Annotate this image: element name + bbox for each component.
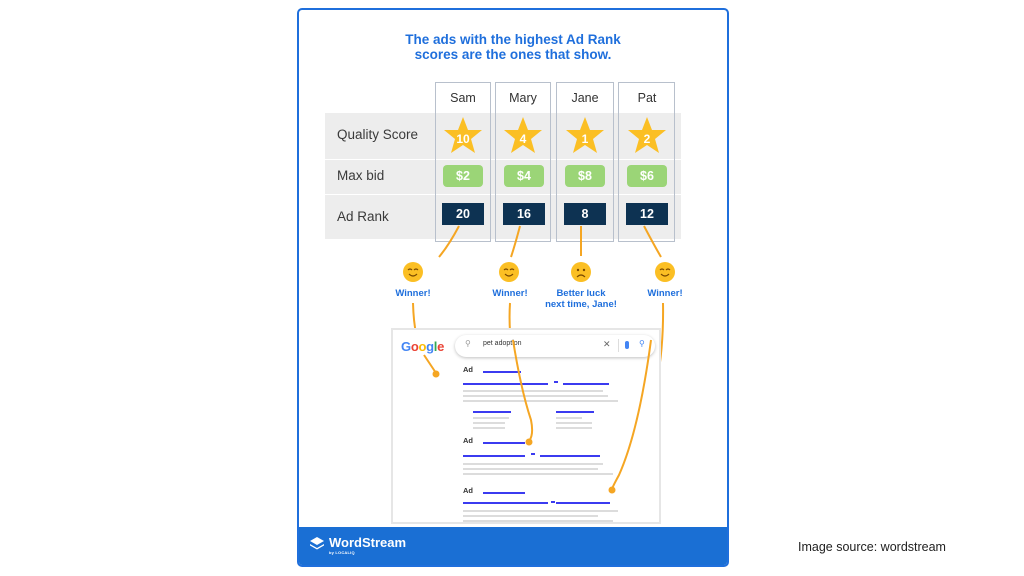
image-source-caption: Image source: wordstream (798, 540, 946, 554)
wordstream-logo: WordStream (309, 535, 406, 550)
infographic-card: The ads with the highest Ad Rank scores … (297, 8, 729, 567)
brand-byline: by LOCALIQ (329, 550, 355, 555)
wordstream-logo-icon (310, 536, 324, 549)
brand-name: WordStream (329, 535, 407, 550)
footer-bar: WordStream by LOCALIQ (299, 527, 727, 565)
connector-overlay (423, 339, 652, 494)
